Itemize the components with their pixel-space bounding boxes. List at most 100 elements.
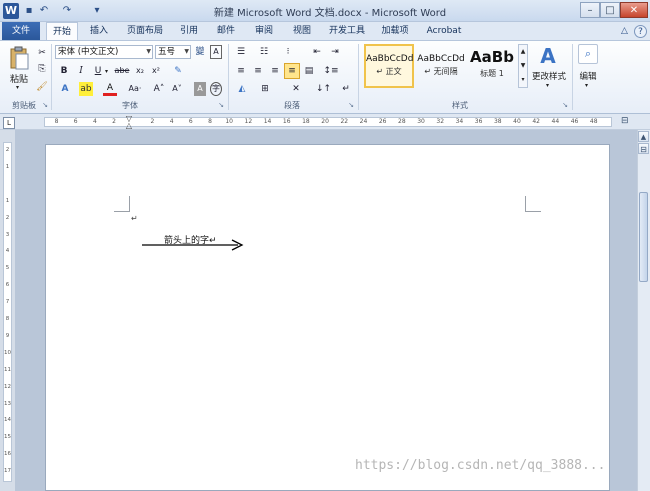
vertical-ruler[interactable]: 2 1 1 2 3 4 5 6 7 8 9 10 11 12 13 14 15 16 17 — [3, 142, 12, 482]
strikethrough-button[interactable]: abe — [113, 64, 131, 78]
style-sample: AaBbCcDd — [366, 54, 414, 64]
align-right-icon[interactable]: ≡ — [268, 64, 282, 78]
editing-dropdown-icon[interactable]: ▾ — [585, 82, 588, 89]
group-divider — [572, 44, 573, 110]
underline-dropdown-icon[interactable]: ▾ — [105, 68, 108, 75]
numbering-icon[interactable]: ☷ — [257, 45, 271, 59]
grow-font-button[interactable]: A˄ — [152, 82, 166, 96]
shrink-font-button[interactable]: A˅ — [170, 82, 184, 96]
vruler-tick: 1 — [5, 163, 10, 170]
scrollbar-thumb[interactable] — [639, 192, 648, 282]
italic-button[interactable]: I — [75, 64, 87, 78]
chinese-layout-icon[interactable]: ✕ — [288, 82, 304, 96]
change-styles-dropdown-icon[interactable]: ▾ — [546, 82, 549, 89]
find-icon[interactable]: ⌕ — [578, 44, 598, 64]
subscript-button[interactable]: x₂ — [133, 64, 147, 78]
paragraph-launcher-icon[interactable]: ↘ — [347, 101, 355, 109]
clear-formatting-icon[interactable]: ✎ — [171, 64, 185, 78]
copy-icon[interactable]: ⎘ — [36, 62, 48, 76]
font-size-dropdown[interactable]: 五号 ▼ — [155, 45, 191, 59]
tab-review[interactable]: 审阅 — [249, 22, 279, 41]
decrease-indent-icon[interactable]: ⇤ — [310, 45, 324, 59]
borders-icon[interactable]: ⊞ — [258, 82, 272, 96]
tab-mailings[interactable]: 邮件 — [211, 22, 241, 41]
tab-acrobat[interactable]: Acrobat — [421, 22, 467, 41]
editing-label[interactable]: 编辑 — [575, 70, 601, 82]
redo-icon[interactable]: ↷ — [60, 4, 74, 18]
help-icon[interactable]: ? — [634, 25, 647, 38]
change-styles-label[interactable]: 更改样式 — [528, 70, 570, 82]
maximize-button[interactable]: □ — [600, 2, 620, 18]
view-ruler-icon[interactable]: ⊟ — [621, 116, 629, 126]
show-marks-icon[interactable]: ↵ — [340, 82, 352, 96]
character-shading-icon[interactable]: A — [194, 82, 206, 96]
enclose-characters-icon[interactable]: 字 — [210, 82, 222, 96]
style-name: ↵ 无间隔 — [424, 67, 458, 76]
tab-home[interactable]: 开始 — [46, 22, 78, 41]
clipboard-group-label: 剪贴板 — [12, 101, 36, 110]
increase-indent-icon[interactable]: ⇥ — [328, 45, 342, 59]
font-launcher-icon[interactable]: ↘ — [217, 101, 225, 109]
font-color-button[interactable]: A — [103, 82, 117, 96]
highlight-icon[interactable]: ab — [79, 82, 93, 96]
clipboard-launcher-icon[interactable]: ↘ — [41, 101, 49, 109]
group-divider — [358, 44, 359, 110]
style-no-spacing[interactable]: AaBbCcDd ↵ 无间隔 — [416, 44, 466, 88]
ruler-tick: 2 — [150, 118, 155, 125]
indent-marker-icon[interactable]: ▽ △ — [124, 115, 134, 130]
line-spacing-icon[interactable]: ↕≡ — [323, 64, 339, 78]
shading-icon[interactable]: ◭ — [234, 82, 250, 96]
close-button[interactable]: ✕ — [620, 2, 648, 18]
align-center-icon[interactable]: ≡ — [251, 64, 265, 78]
distributed-icon[interactable]: ▤ — [302, 64, 316, 78]
change-case-button[interactable]: Aa· — [125, 82, 145, 96]
customize-qat-icon[interactable]: ▾ — [90, 4, 104, 18]
tab-insert[interactable]: 插入 — [83, 22, 115, 41]
undo-icon[interactable]: ↶ — [37, 4, 51, 18]
arrow-shape[interactable] — [140, 238, 246, 252]
ruler-tick: 24 — [359, 118, 368, 125]
font-family-dropdown[interactable]: 宋体 (中文正文) ▼ — [55, 45, 153, 59]
tab-view[interactable]: 视图 — [287, 22, 317, 41]
multilevel-list-icon[interactable]: ⁝ — [281, 45, 295, 59]
ruler-tick: 26 — [378, 118, 387, 125]
styles-launcher-icon[interactable]: ↘ — [561, 101, 569, 109]
phonetic-guide-icon[interactable]: 變 — [194, 45, 206, 59]
character-border-icon[interactable]: A — [210, 45, 222, 59]
justify-icon[interactable]: ≡ — [284, 63, 300, 79]
text-effects-icon[interactable]: A — [58, 82, 72, 96]
tab-selector-icon[interactable]: L — [3, 117, 15, 129]
group-divider — [228, 44, 229, 110]
tab-addins[interactable]: 加载项 — [377, 22, 413, 41]
paste-button[interactable] — [8, 46, 30, 72]
margin-corner-top-right — [525, 196, 541, 212]
vruler-tick: 7 — [5, 299, 10, 306]
align-left-icon[interactable]: ≡ — [234, 64, 248, 78]
vertical-scrollbar[interactable] — [637, 130, 650, 491]
vruler-tick: 11 — [4, 366, 11, 373]
word-logo-icon[interactable]: W — [3, 3, 19, 19]
cut-icon[interactable]: ✂ — [36, 46, 48, 60]
ruler-tick: 10 — [225, 118, 234, 125]
bullets-icon[interactable]: ☰ — [234, 45, 248, 59]
tab-references[interactable]: 引用 — [174, 22, 204, 41]
minimize-button[interactable]: – — [580, 2, 600, 18]
ruler-toggle-icon[interactable]: ⊟ — [638, 143, 649, 154]
sort-icon[interactable]: ↓↑ — [316, 82, 331, 96]
tab-developer[interactable]: 开发工具 — [325, 22, 369, 41]
bold-button[interactable]: B — [58, 64, 70, 78]
underline-button[interactable]: U — [92, 64, 104, 78]
style-heading-1[interactable]: AaBb 标题 1 — [468, 44, 516, 88]
paste-dropdown-icon[interactable]: ▾ — [16, 84, 19, 91]
format-painter-icon[interactable]: 🖌 — [36, 80, 48, 94]
style-normal[interactable]: AaBbCcDd ↵ 正文 — [364, 44, 414, 88]
ribbon-minimize-icon[interactable]: △ — [618, 25, 631, 38]
window-title: 新建 Microsoft Word 文档.docx - Microsoft Wo… — [213, 8, 447, 19]
tab-file[interactable]: 文件 — [2, 22, 40, 41]
scroll-up-button[interactable]: ▲ — [638, 131, 649, 142]
styles-scroll[interactable]: ▲ ▼ ▾ — [518, 44, 528, 88]
tab-page-layout[interactable]: 页面布局 — [122, 22, 168, 41]
change-styles-icon[interactable]: A — [538, 44, 558, 68]
superscript-button[interactable]: x² — [149, 64, 163, 78]
save-icon[interactable]: ▪ — [22, 4, 36, 18]
